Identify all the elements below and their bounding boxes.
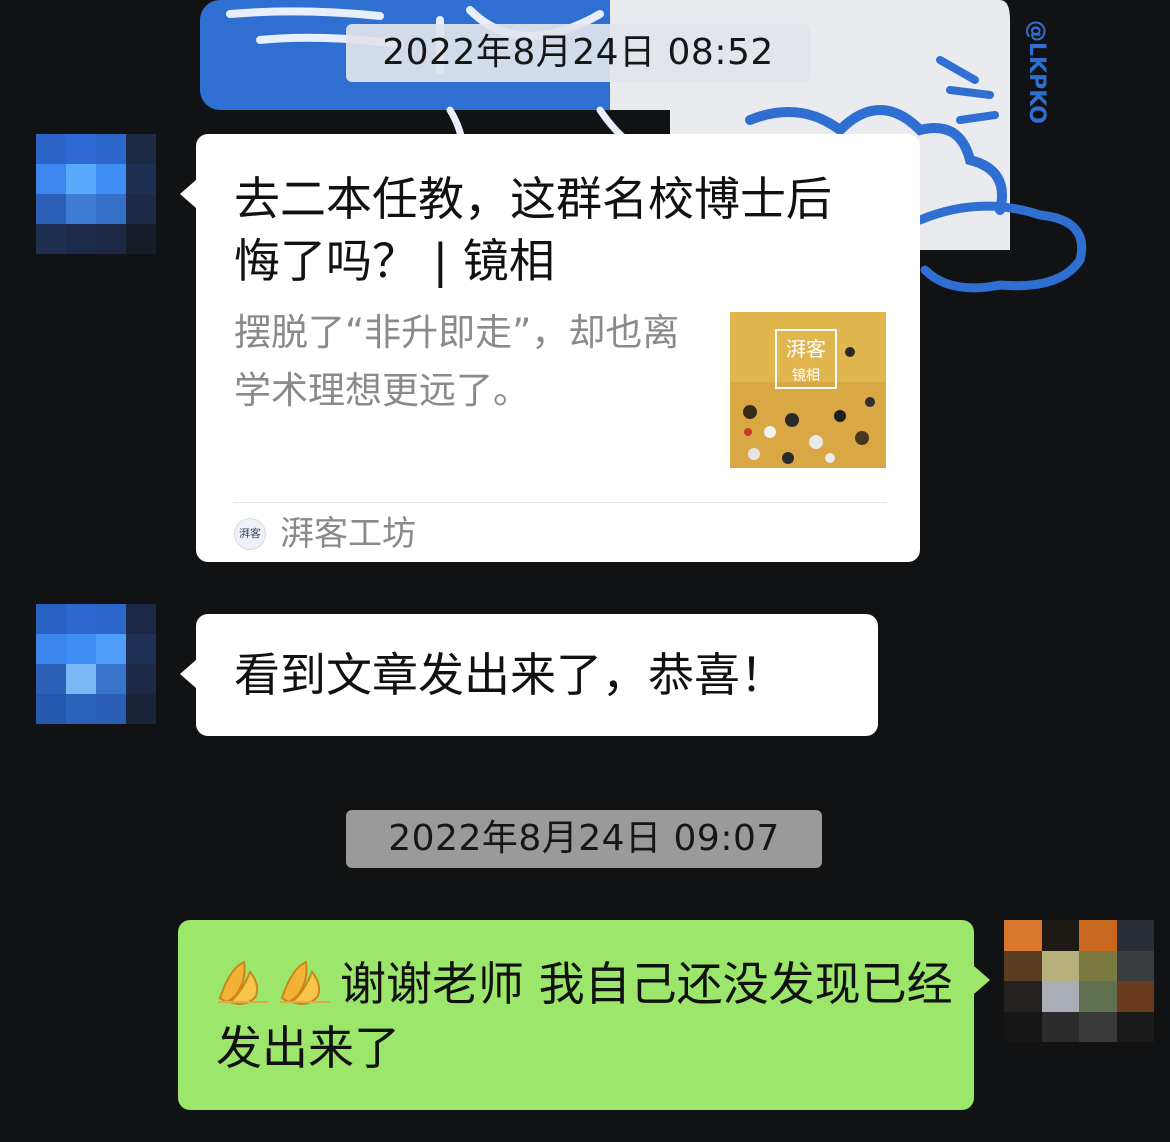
link-card-title[interactable]: 去二本任教，这群名校博士后悔了吗？ | 镜相: [234, 168, 874, 292]
folded-hands-icon: [280, 960, 330, 1006]
contact-avatar[interactable]: [36, 134, 156, 254]
thumbnail-label: 湃客: [786, 337, 826, 361]
link-card-thumbnail[interactable]: 湃客 镜相: [730, 312, 886, 468]
outgoing-message-bubble[interactable]: 谢谢老师 我自己还没发现已经发出来了: [178, 920, 990, 1110]
thumbnail-sublabel: 镜相: [792, 368, 820, 384]
source-name: 湃客工坊: [280, 514, 416, 554]
outgoing-message-text: 谢谢老师 我自己还没发现已经发出来了: [216, 952, 956, 1080]
incoming-message-text: 看到文章发出来了，恭喜！: [234, 648, 786, 702]
contact-avatar[interactable]: [36, 604, 156, 724]
my-avatar[interactable]: [1004, 920, 1154, 1042]
link-card-bubble[interactable]: 去二本任教，这群名校博士后悔了吗？ | 镜相 摆脱了“非升即走”，却也离学术理想…: [180, 134, 920, 562]
source-logo: 湃客: [234, 518, 266, 550]
timestamp-0852: 2022年8月24日 08:52: [346, 24, 810, 82]
link-card-divider: [234, 502, 886, 503]
link-card-description: 摆脱了“非升即走”，却也离学术理想更远了。: [234, 311, 680, 412]
folded-hands-icon: [218, 960, 268, 1006]
timestamp-0907: 2022年8月24日 09:07: [346, 810, 822, 868]
incoming-message-bubble[interactable]: 看到文章发出来了，恭喜！: [180, 614, 878, 736]
wallpaper-watermark: @LKPKO: [1024, 20, 1049, 124]
